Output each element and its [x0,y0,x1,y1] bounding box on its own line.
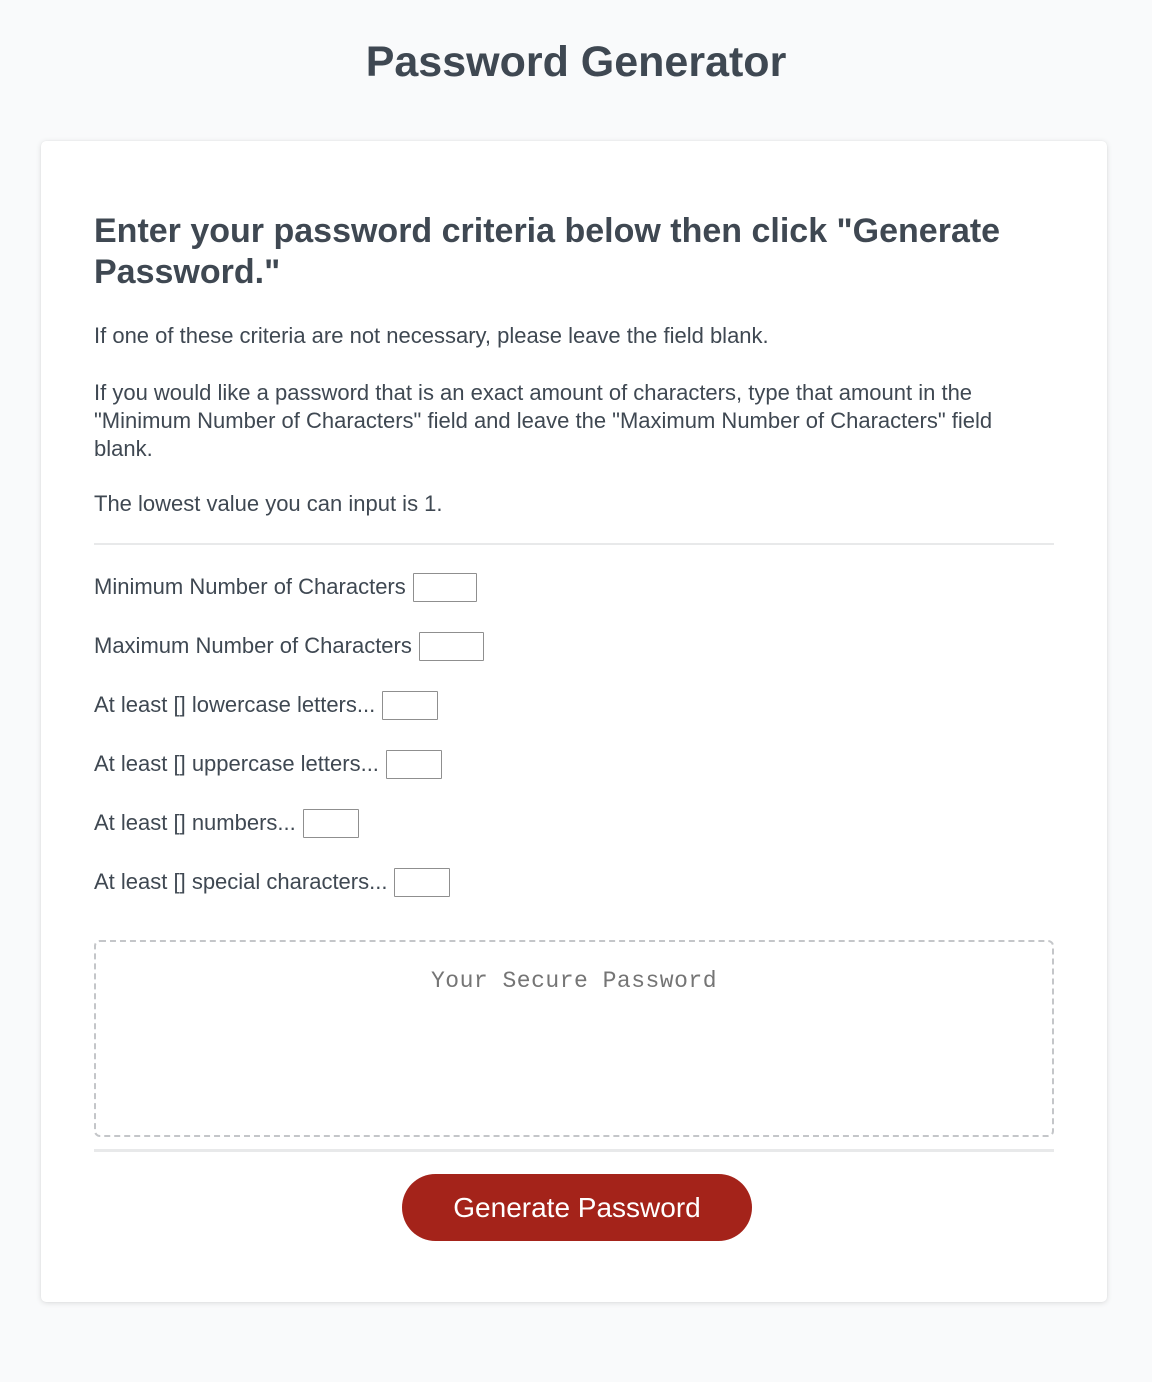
divider [94,543,1054,545]
min-characters-input[interactable] [412,572,477,602]
uppercase-input[interactable] [385,749,442,779]
lowercase-label: At least [] lowercase letters... [94,692,376,717]
instruction-blank-fields: If one of these criteria are not necessa… [94,323,769,348]
max-characters-row: Maximum Number of Characters [94,631,484,661]
numbers-label: At least [] numbers... [94,810,296,835]
max-characters-label: Maximum Number of Characters [94,633,412,658]
max-characters-input[interactable] [418,631,484,661]
uppercase-row: At least [] uppercase letters... [94,749,442,779]
min-characters-label: Minimum Number of Characters [94,574,406,599]
generate-password-button[interactable]: Generate Password [402,1174,752,1241]
special-characters-label: At least [] special characters... [94,869,388,894]
numbers-input[interactable] [302,808,359,838]
numbers-row: At least [] numbers... [94,808,359,838]
uppercase-label: At least [] uppercase letters... [94,751,379,776]
min-characters-row: Minimum Number of Characters [94,572,477,602]
instruction-lowest-value: The lowest value you can input is 1. [94,491,443,516]
password-output[interactable] [94,940,1054,1137]
divider [94,1149,1054,1152]
special-characters-input[interactable] [394,867,451,897]
password-criteria-card: Enter your password criteria below then … [41,141,1107,1302]
lowercase-input[interactable] [382,690,439,720]
instruction-exact-length: If you would like a password that is an … [94,380,993,461]
card-heading: Enter your password criteria below then … [94,212,1001,291]
page-title: Password Generator [365,38,787,86]
special-characters-row: At least [] special characters... [94,867,451,897]
lowercase-row: At least [] lowercase letters... [94,690,439,720]
